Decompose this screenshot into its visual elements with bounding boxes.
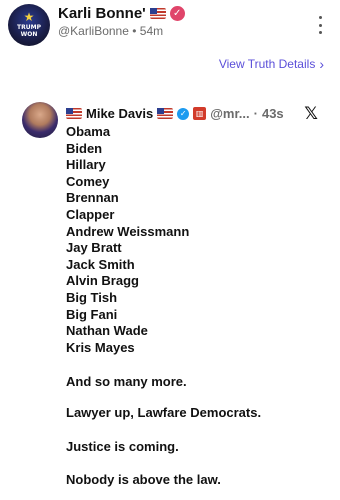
us-flag-icon	[66, 108, 82, 119]
list-item: Big Fani	[66, 306, 118, 322]
avatar-label: TRUMP WON	[17, 24, 41, 38]
verified-check-icon: ✓	[177, 107, 190, 120]
more-dot	[318, 31, 322, 34]
author-row: Karli Bonne' ✓	[58, 5, 185, 22]
list-item: Comey	[66, 173, 110, 189]
us-flag-icon	[157, 108, 174, 119]
list-item: Obama	[66, 124, 111, 139]
list-item: Nathan Wade	[66, 323, 148, 339]
paragraph: Nobody is above the law.	[66, 472, 221, 487]
paragraph: Justice is coming.	[66, 439, 179, 454]
list-item: Alvin Bragg	[66, 273, 139, 289]
avatar[interactable]: ★ TRUMP WON	[8, 4, 50, 46]
author-handle-line: @KarliBonne • 54m	[58, 24, 163, 38]
verified-badge-icon: ✓	[169, 6, 185, 21]
more-options-icon[interactable]	[316, 16, 324, 34]
embed-time: 43s	[261, 106, 284, 121]
embed-avatar[interactable]	[22, 102, 58, 138]
author-handle[interactable]: @KarliBonne	[58, 24, 129, 38]
embed-author-name[interactable]: Mike Davis	[86, 106, 153, 121]
list-item: Big Tish	[66, 289, 118, 305]
author-name[interactable]: Karli Bonne'	[58, 5, 146, 22]
more-dot	[318, 16, 322, 19]
view-truth-details-label: View Truth Details	[218, 57, 316, 71]
star-icon: ★	[23, 10, 35, 24]
more-dot	[318, 23, 322, 27]
post-header: ★ TRUMP WON Karli Bonne' ✓ @KarliBonne •…	[0, 0, 340, 52]
list-item: Clapper	[66, 206, 115, 222]
separator: ·	[253, 106, 258, 121]
x-logo-icon[interactable]: 𝕏	[304, 104, 318, 124]
list-item: Jack Smith	[66, 256, 135, 272]
chevron-right-icon: ›	[319, 56, 324, 72]
paragraph: Lawyer up, Lawfare Democrats.	[66, 405, 262, 420]
red-badge-icon: ▥	[193, 107, 207, 120]
post-time: 54m	[139, 24, 164, 38]
embed-header: Mike Davis ✓ ▥ @mr... · 43s	[66, 106, 284, 121]
list-item: Brennan	[66, 190, 119, 206]
names-list: Obama Biden Hillary Comey Brennan Clappe…	[66, 124, 326, 356]
view-truth-details-link[interactable]: View Truth Details ›	[219, 56, 324, 72]
list-item: Hillary	[66, 157, 106, 173]
us-flag-icon	[149, 8, 166, 19]
list-item: Biden	[66, 140, 103, 156]
list-item: Andrew Weissmann	[66, 223, 190, 239]
paragraph: And so many more.	[66, 374, 187, 389]
separator: •	[132, 24, 137, 38]
list-item: Jay Bratt	[66, 240, 122, 256]
embed-handle[interactable]: @mr...	[210, 106, 249, 121]
list-item: Kris Mayes	[66, 339, 135, 355]
